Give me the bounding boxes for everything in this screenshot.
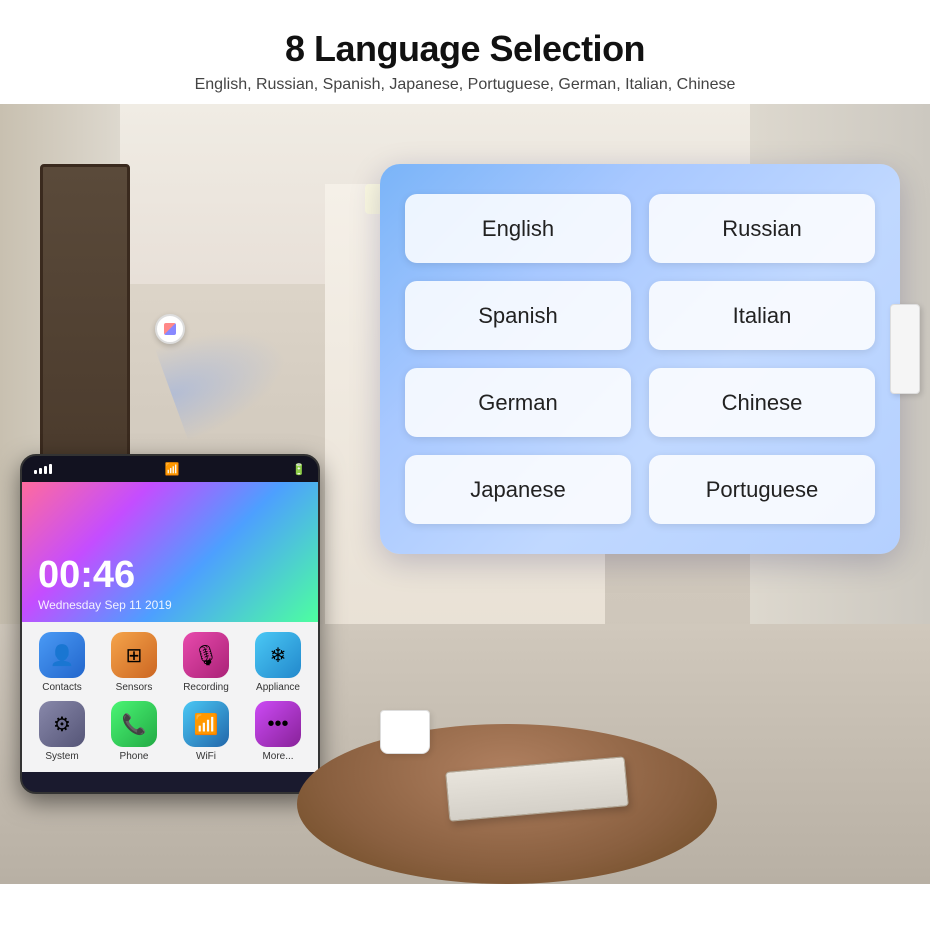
app-icon-sensors[interactable]: ⊞ Sensors <box>102 632 166 693</box>
app-icon-recording[interactable]: 🎙 Recording <box>174 632 238 693</box>
phone-screen: 00:46 Wednesday Sep 11 2019 <box>22 482 318 622</box>
phone-status-bar: 📶 🔋 <box>22 456 318 482</box>
lang-btn-spanish[interactable]: Spanish <box>405 281 631 350</box>
lang-btn-german[interactable]: German <box>405 368 631 437</box>
wall-device[interactable] <box>155 314 185 344</box>
door <box>40 164 130 484</box>
app-img: 🎙 <box>183 632 229 678</box>
app-img: 📞 <box>111 701 157 747</box>
lang-btn-chinese[interactable]: Chinese <box>649 368 875 437</box>
battery-icon: 🔋 <box>292 463 306 476</box>
app-icon-wifi[interactable]: 📶 WiFi <box>174 701 238 762</box>
phone-date: Wednesday Sep 11 2019 <box>38 598 172 612</box>
app-label: Contacts <box>42 682 81 693</box>
app-label: Phone <box>120 751 149 762</box>
app-icon-appliance[interactable]: ❄ Appliance <box>246 632 310 693</box>
wifi-icon: 📶 <box>165 462 180 476</box>
phone-device: 📶 🔋 00:46 Wednesday Sep 11 2019 👤 Contac… <box>20 454 320 794</box>
app-icon-contacts[interactable]: 👤 Contacts <box>30 632 94 693</box>
app-img: ⊞ <box>111 632 157 678</box>
app-label: System <box>45 751 78 762</box>
app-label: More... <box>262 751 293 762</box>
signal-icon <box>34 464 52 474</box>
app-img: ••• <box>255 701 301 747</box>
app-img: ⚙ <box>39 701 85 747</box>
app-label: Recording <box>183 682 229 693</box>
app-img: 👤 <box>39 632 85 678</box>
wall-phone <box>890 304 920 394</box>
phone-time: 00:46 <box>38 556 135 594</box>
app-label: Sensors <box>116 682 153 693</box>
subtitle: English, Russian, Spanish, Japanese, Por… <box>20 76 910 94</box>
app-icon-phone[interactable]: 📞 Phone <box>102 701 166 762</box>
lang-btn-english[interactable]: English <box>405 194 631 263</box>
app-icon-system[interactable]: ⚙ System <box>30 701 94 762</box>
room-background: 📶 🔋 00:46 Wednesday Sep 11 2019 👤 Contac… <box>0 104 930 884</box>
lang-btn-russian[interactable]: Russian <box>649 194 875 263</box>
app-label: Appliance <box>256 682 300 693</box>
lang-btn-japanese[interactable]: Japanese <box>405 455 631 524</box>
language-panel: English Russian Spanish Italian German Chines… <box>380 164 900 554</box>
app-img: 📶 <box>183 701 229 747</box>
page-title: 8 Language Selection <box>20 28 910 70</box>
phone-apps-grid: 👤 Contacts ⊞ Sensors 🎙 Recording ❄ Appli… <box>22 622 318 772</box>
lang-btn-italian[interactable]: Italian <box>649 281 875 350</box>
cup-on-table <box>380 710 430 754</box>
lang-btn-portuguese[interactable]: Portuguese <box>649 455 875 524</box>
app-img: ❄ <box>255 632 301 678</box>
app-label: WiFi <box>196 751 216 762</box>
header-section: 8 Language Selection English, Russian, S… <box>0 0 930 104</box>
app-icon-more...[interactable]: ••• More... <box>246 701 310 762</box>
